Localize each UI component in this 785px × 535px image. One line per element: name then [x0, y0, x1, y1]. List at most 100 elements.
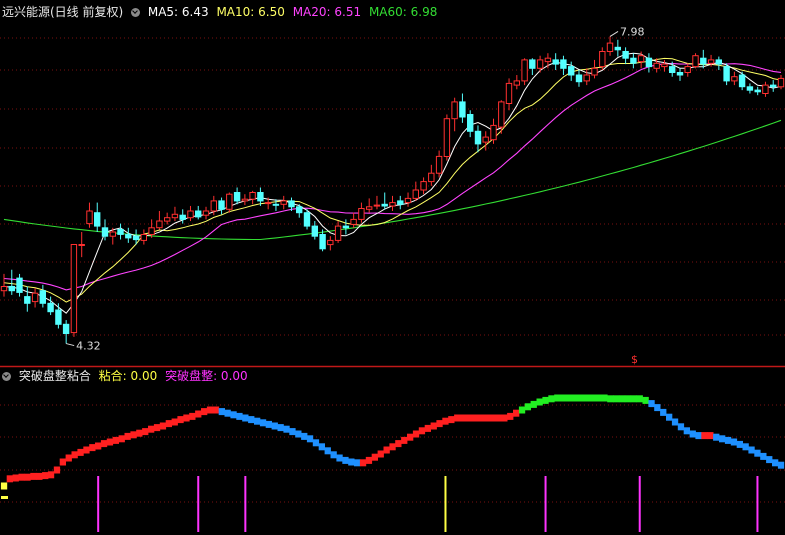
trend-block-56 [330, 451, 337, 459]
trend-block-30 [177, 416, 184, 424]
trend-block-125 [736, 440, 743, 448]
trend-block-62 [365, 456, 373, 464]
signal-bar-1-2 [244, 476, 247, 532]
indicator-settings-icon[interactable] [2, 372, 11, 381]
trend-block-51 [301, 432, 308, 440]
trend-block-11 [65, 454, 72, 462]
trend-block-63 [371, 453, 378, 461]
trend-block-9 [53, 466, 61, 474]
trend-block-97 [571, 394, 579, 402]
trend-block-120 [707, 432, 714, 440]
trend-block-68 [401, 436, 408, 444]
trend-block-95 [560, 394, 567, 402]
candle-body-76 [591, 67, 598, 76]
signal-bar-1-5 [756, 476, 759, 532]
trend-block-75 [442, 417, 449, 425]
trend-block-47 [277, 424, 284, 432]
trend-block-84 [495, 414, 502, 422]
trend-block-126 [742, 443, 749, 451]
trend-block-26 [153, 424, 161, 432]
candle-body-39 [303, 212, 311, 227]
candle-body-49 [381, 203, 388, 207]
trend-block-32 [189, 412, 196, 420]
ma10-label: MA10: 6.50 [216, 5, 285, 19]
candle-body-45 [350, 218, 357, 225]
dollar-marker: $ [631, 353, 638, 366]
candle-body-10 [78, 244, 85, 246]
trend-block-104 [613, 395, 620, 403]
stock-chart[interactable]: 7.98 4.32 $ [0, 0, 785, 535]
trend-block-80 [471, 414, 479, 422]
candle-body-28 [218, 200, 225, 210]
nianhe-label: 粘合: 0.00 [98, 369, 158, 383]
candle-body-66 [513, 80, 520, 86]
trend-block-93 [548, 395, 555, 403]
candle-body-30 [233, 192, 241, 202]
candle-body-20 [156, 220, 163, 229]
signal-bar-0-0 [1, 496, 8, 499]
trend-block-36 [212, 406, 220, 414]
low-pointer [66, 343, 75, 347]
candle-body-21 [164, 217, 171, 222]
trend-block-82 [483, 414, 490, 422]
trend-block-103 [607, 395, 614, 403]
trend-block-130 [766, 456, 773, 464]
candle-body-69 [536, 59, 544, 69]
trend-block-73 [430, 422, 437, 430]
trend-block-50 [295, 430, 302, 438]
trend-block-108 [636, 395, 643, 403]
candle-body-36 [280, 200, 287, 205]
candle-body-52 [404, 197, 412, 204]
trend-block-113 [666, 413, 673, 421]
candle-body-15 [117, 228, 124, 235]
trend-block-1 [6, 475, 13, 483]
trend-block-49 [289, 428, 296, 436]
trend-block-53 [312, 439, 320, 447]
trend-block-40 [236, 412, 243, 420]
indicator-title[interactable]: 突破盘整粘合 [19, 369, 91, 383]
trend-block-76 [448, 416, 455, 424]
candle-body-13 [101, 227, 109, 237]
candle-body-35 [272, 203, 280, 206]
signal-bar-1-0 [97, 476, 100, 532]
candle-body-51 [397, 200, 404, 205]
trend-block-66 [389, 443, 396, 451]
trend-block-0 [0, 482, 8, 490]
trend-block-114 [671, 418, 679, 426]
candle-body-96 [746, 86, 754, 91]
trend-block-37 [218, 408, 225, 416]
trend-block-88 [518, 406, 526, 414]
candle-body-93 [723, 66, 730, 82]
trend-block-17 [100, 440, 108, 448]
candle-body-46 [358, 208, 365, 220]
candle-body-2 [16, 277, 23, 293]
candle-body-73 [568, 66, 575, 76]
candle-body-31 [241, 198, 249, 202]
trend-block-61 [359, 459, 367, 467]
candle-body-86 [669, 66, 676, 73]
trend-block-74 [436, 420, 443, 428]
trend-block-94 [554, 394, 561, 402]
candle-body-58 [451, 101, 458, 120]
candle-body-59 [459, 101, 466, 118]
candle-body-19 [148, 227, 155, 236]
trend-block-39 [230, 411, 237, 419]
candle-body-12 [94, 212, 101, 227]
candle-body-0 [0, 286, 8, 292]
candle-body-53 [412, 189, 420, 199]
trend-block-81 [477, 414, 484, 422]
trend-block-91 [536, 398, 543, 406]
trend-block-117 [689, 430, 696, 438]
candle-body-82 [637, 55, 645, 63]
candle-body-98 [762, 84, 769, 94]
candle-body-7 [55, 309, 62, 325]
trend-block-52 [306, 435, 314, 443]
trend-block-100 [589, 394, 596, 402]
trend-block-129 [760, 452, 767, 460]
trend-block-45 [265, 420, 272, 428]
candle-body-48 [373, 204, 381, 207]
stock-title[interactable]: 远兴能源(日线 前复权) [2, 5, 123, 19]
candle-body-6 [47, 302, 54, 313]
candle-body-33 [257, 192, 264, 202]
settings-circle-icon[interactable] [131, 8, 141, 17]
